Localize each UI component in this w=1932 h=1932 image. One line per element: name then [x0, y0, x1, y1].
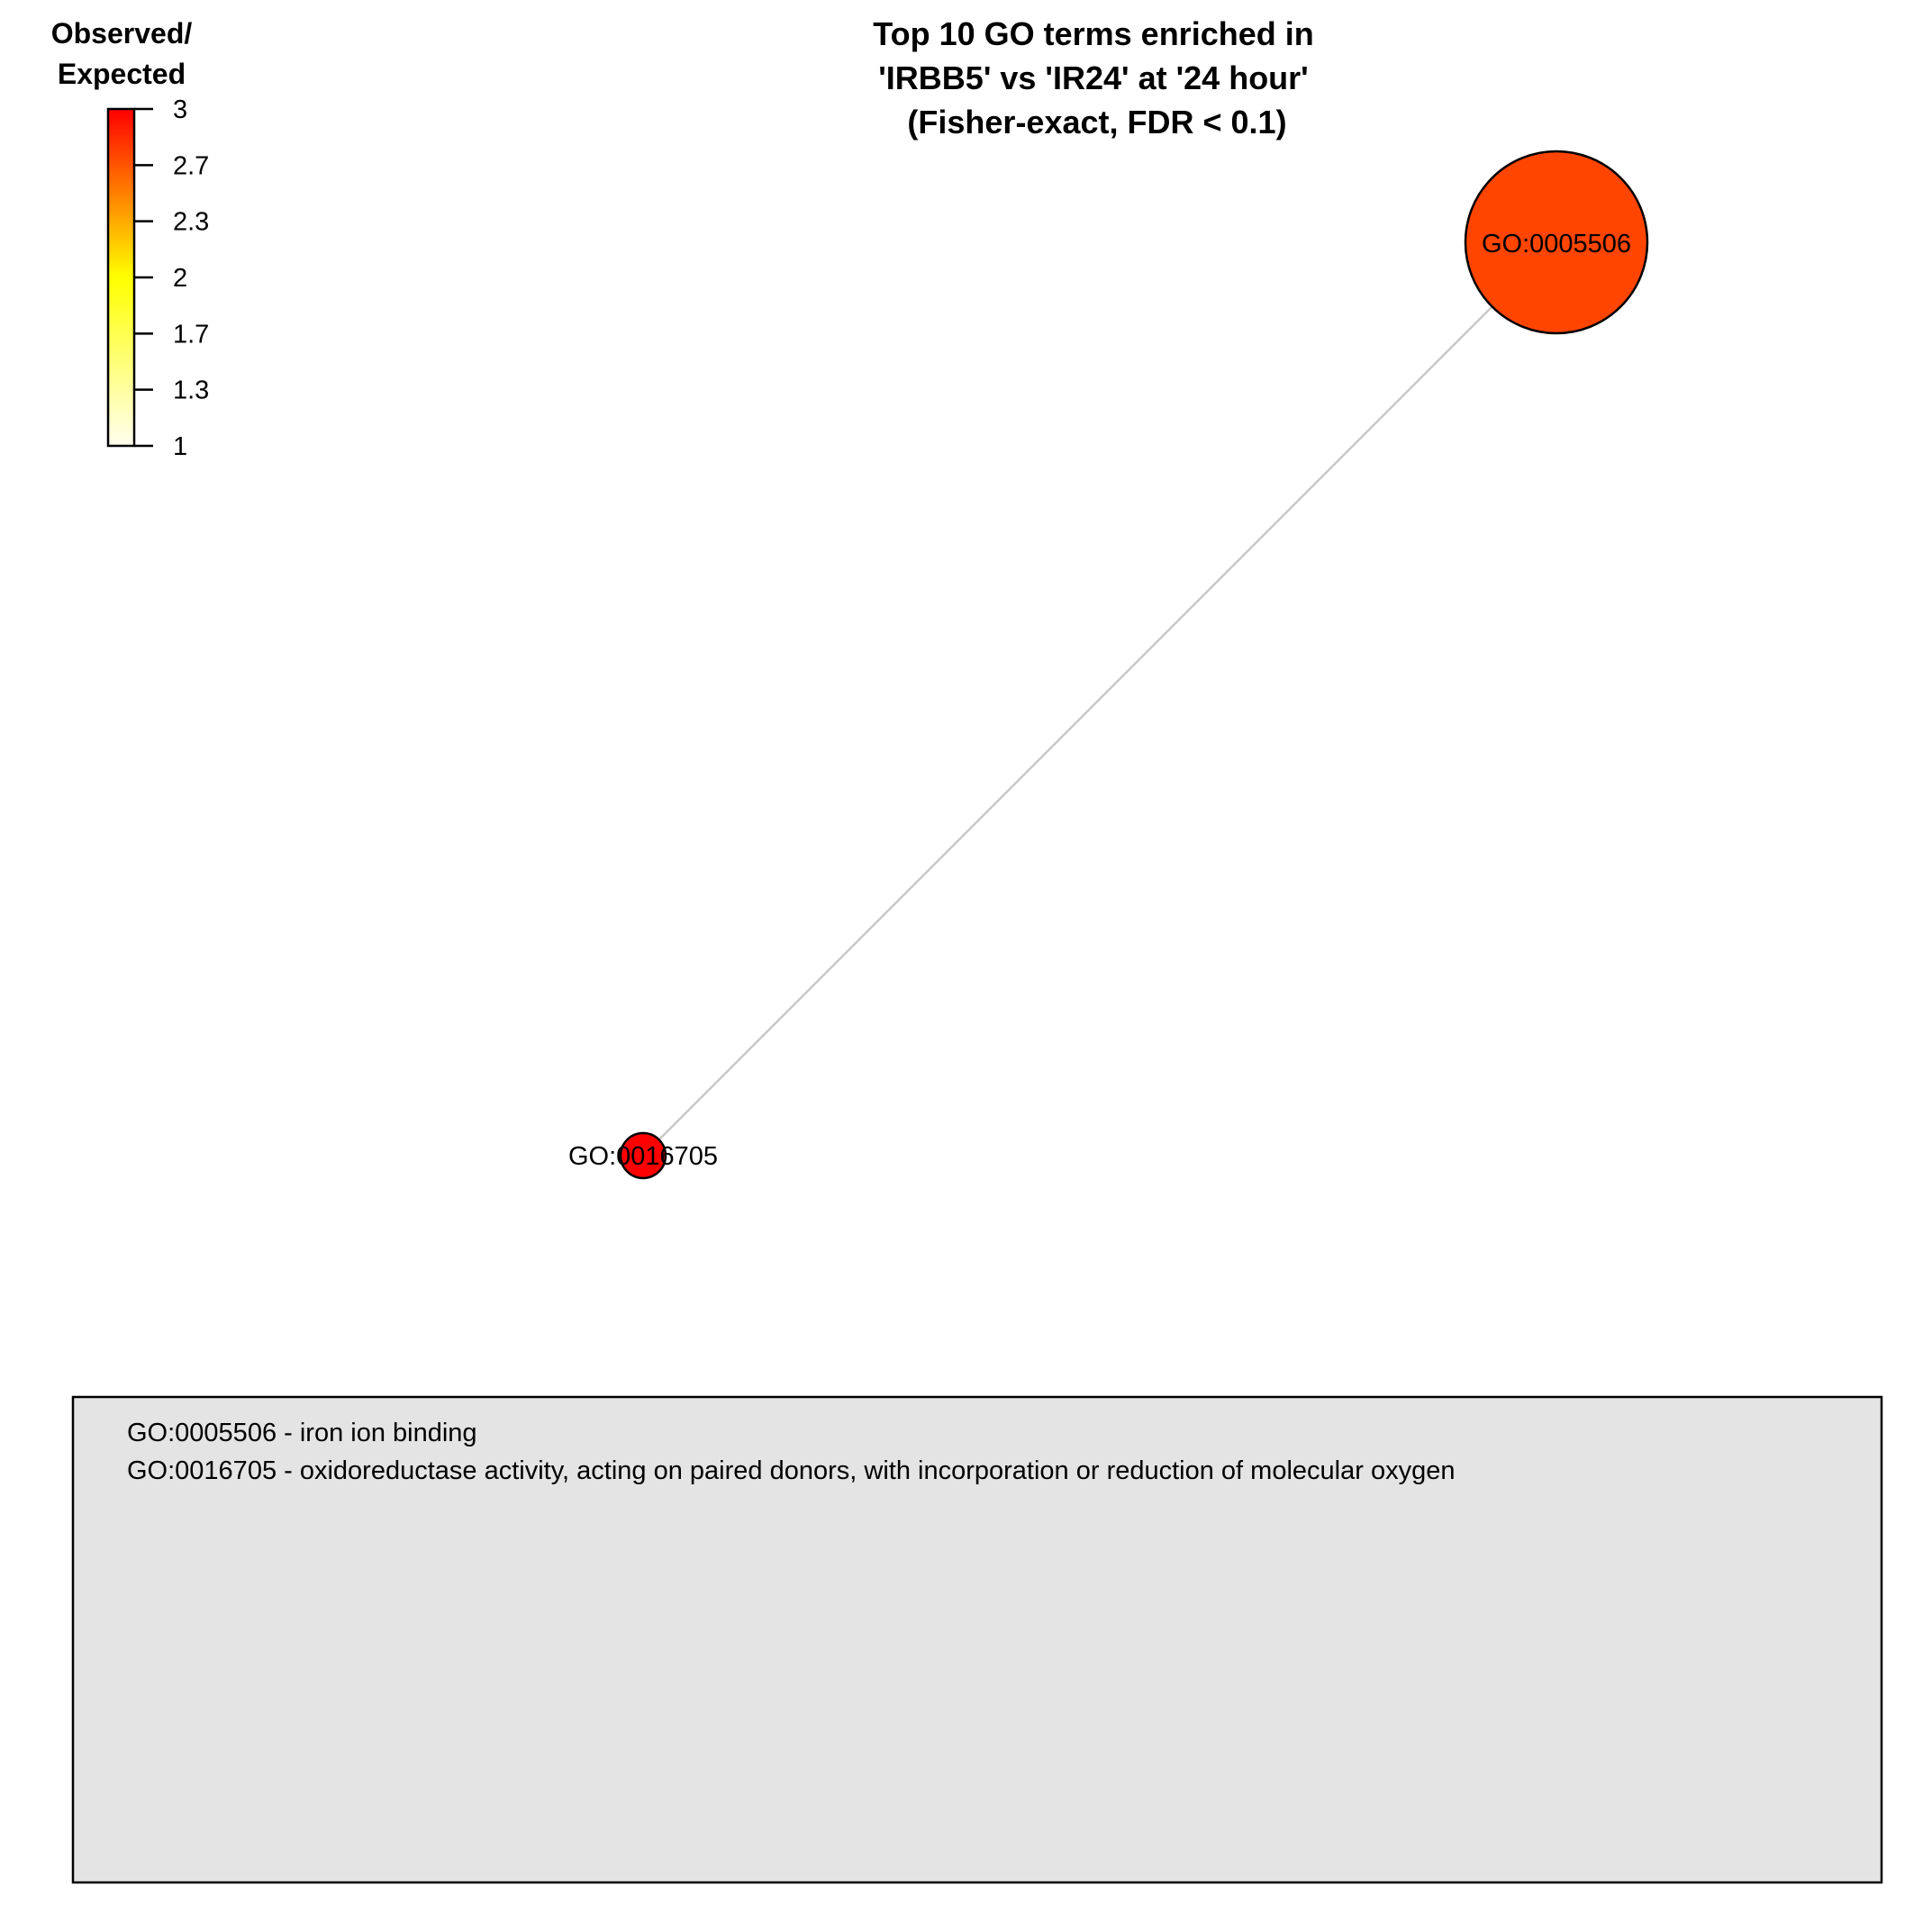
go-description-box: GO:0005506 - iron ion binding GO:0016705… [71, 1395, 1883, 1884]
description-line-2: GO:0016705 - oxidoreductase activity, ac… [127, 1456, 1455, 1485]
go-network: GO:0005506 GO:0016705 [568, 150, 1649, 1180]
color-scale-tick-label: 3 [173, 95, 187, 124]
node-label-go-0005506: GO:0005506 [1482, 230, 1631, 259]
color-scale-tick-label: 1 [173, 432, 187, 461]
color-scale-bar [106, 107, 136, 448]
go-network-figure: Top 10 GO terms enriched in 'IRBB5' vs '… [51, 15, 1883, 1884]
color-scale-tick-label: 1.7 [173, 320, 209, 349]
legend-title-line-1: Observed/ [51, 17, 193, 50]
color-scale-tick-label: 2 [173, 264, 187, 293]
title-line-1: Top 10 GO terms enriched in [873, 15, 1313, 52]
legend-title-line-2: Expected [58, 58, 186, 90]
color-legend: Observed/ Expected 3 2.7 2.3 2 1.7 1.3 1 [51, 17, 210, 461]
color-scale-ticks: 3 2.7 2.3 2 1.7 1.3 1 [134, 95, 209, 461]
color-scale-tick-label: 2.7 [173, 151, 209, 180]
title-line-3: (Fisher-exact, FDR < 0.1) [907, 104, 1286, 141]
description-line-1: GO:0005506 - iron ion binding [127, 1419, 477, 1447]
node-label-go-0016705: GO:0016705 [568, 1142, 718, 1171]
title-line-2: 'IRBB5' vs 'IR24' at '24 hour' [878, 59, 1309, 96]
figure-title: Top 10 GO terms enriched in 'IRBB5' vs '… [873, 15, 1313, 141]
color-scale-tick-label: 2.3 [173, 208, 209, 237]
network-edge [642, 241, 1557, 1156]
color-scale-tick-label: 1.3 [173, 376, 209, 405]
